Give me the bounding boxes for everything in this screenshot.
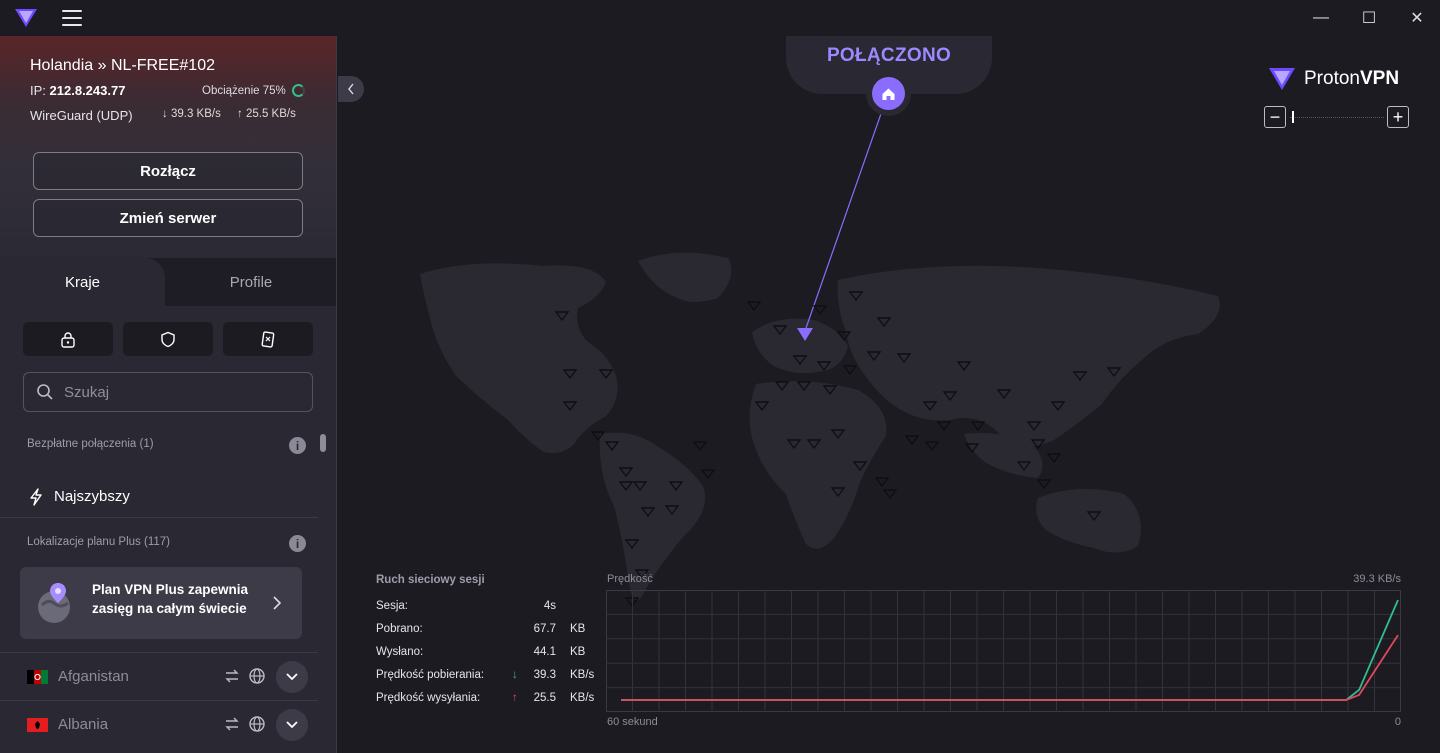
search-box[interactable] — [23, 372, 313, 412]
stat-row: Pobrano: 67.7 KB — [376, 623, 586, 635]
proton-vpn-logo-icon — [15, 9, 37, 27]
country-row[interactable]: Albania — [0, 700, 318, 748]
load-ring-icon — [291, 84, 305, 97]
shield-icon — [161, 331, 175, 347]
zoom-out-button[interactable]: − — [1264, 106, 1286, 128]
fastest-server-item[interactable]: Najszybszy — [0, 476, 318, 518]
tab-bar: Kraje Profile — [0, 258, 336, 306]
upload-arrow-icon: ↑ — [512, 692, 518, 704]
change-server-button[interactable]: Zmień serwer — [33, 199, 303, 237]
promo-text: Plan VPN Plus zapewnia zasięg na całym św… — [92, 582, 249, 616]
scrollbar[interactable] — [319, 434, 327, 753]
home-icon — [882, 88, 895, 100]
zoom-thumb[interactable] — [1292, 111, 1294, 123]
country-row[interactable]: Afganistan — [0, 652, 318, 700]
info-icon[interactable]: i — [289, 535, 306, 552]
netshield-filter-button[interactable] — [123, 322, 213, 356]
streaming-filter-button[interactable] — [223, 322, 313, 356]
connection-status: POŁĄCZONO — [826, 45, 952, 66]
plus-locations-heading: Lokalizacje planu Plus (117) — [27, 536, 170, 548]
albania-flag-icon — [27, 717, 48, 732]
map-area: POŁĄCZONO ProtonVPN − + Ruch sieciowy se… — [338, 36, 1440, 753]
p2p-icon — [225, 717, 239, 731]
server-name: Holandia » NL-FREE#102 — [30, 57, 215, 74]
search-icon — [37, 384, 53, 400]
chevron-down-icon — [286, 721, 298, 729]
scrollbar-thumb[interactable] — [320, 434, 326, 452]
stat-row: Prędkość pobierania: ↓ 39.3 KB/s — [376, 669, 595, 681]
expand-button[interactable] — [276, 660, 308, 693]
lightning-icon — [30, 487, 42, 506]
protocol: WireGuard (UDP) — [30, 108, 133, 123]
continents — [420, 252, 1220, 601]
expand-button[interactable] — [276, 708, 308, 741]
close-button[interactable]: ✕ — [1394, 0, 1440, 36]
maximize-button[interactable]: ☐ — [1346, 0, 1392, 36]
chevron-right-icon — [273, 596, 282, 610]
sidebar: Holandia » NL-FREE#102 IP: 212.8.243.77 … — [0, 36, 337, 753]
afghanistan-flag-icon — [27, 669, 48, 684]
search-input[interactable] — [64, 383, 284, 401]
tab-profiles[interactable]: Profile — [165, 258, 336, 306]
streaming-card-icon — [261, 330, 275, 348]
secure-core-filter-button[interactable] — [23, 322, 113, 356]
upload-series-line — [621, 634, 1399, 701]
download-series-line — [621, 599, 1399, 701]
free-connections-heading: Bezpłatne połączenia (1) — [27, 438, 154, 450]
country-name: Albania — [58, 716, 109, 733]
info-icon[interactable]: i — [289, 437, 306, 454]
home-location[interactable] — [866, 71, 911, 116]
fastest-label: Najszybszy — [54, 488, 130, 505]
chevron-down-icon — [286, 673, 298, 681]
lock-icon — [61, 331, 75, 348]
minimize-button[interactable]: — — [1298, 0, 1344, 36]
download-arrow-icon: ↓ — [512, 669, 518, 681]
chart-x-right-label: 0 — [1394, 716, 1401, 728]
upload-speed: ↑ 25.5 KB/s — [237, 108, 296, 120]
globe-icon — [249, 668, 265, 684]
disconnect-button[interactable]: Rozłącz — [33, 152, 303, 190]
globe-pin-icon — [38, 583, 70, 623]
chart-max-label: 39.3 KB/s — [1353, 573, 1401, 585]
country-name: Afganistan — [58, 668, 129, 685]
upgrade-promo-card[interactable]: Plan VPN Plus zapewnia zasięg na całym św… — [20, 567, 302, 639]
globe-icon — [249, 716, 265, 732]
stat-row: Prędkość wysyłania: ↑ 25.5 KB/s — [376, 692, 595, 704]
title-bar: — ☐ ✕ — [0, 0, 1440, 36]
download-speed: ↓ 39.3 KB/s — [162, 108, 221, 120]
stat-row: Sesja: 4s — [376, 600, 556, 612]
tab-countries[interactable]: Kraje — [0, 258, 165, 306]
menu-icon[interactable] — [62, 10, 82, 26]
connection-panel: Holandia » NL-FREE#102 IP: 212.8.243.77 … — [0, 36, 336, 258]
server-load: Obciążenie 75% — [202, 84, 305, 97]
proton-vpn-brand: ProtonVPN — [1268, 66, 1399, 92]
zoom-in-button[interactable]: + — [1387, 106, 1409, 128]
stat-row: Wysłano: 44.1 KB — [376, 646, 586, 658]
speed-chart — [606, 590, 1401, 712]
chart-title: Prędkość — [607, 573, 653, 585]
chart-x-left-label: 60 sekund — [607, 716, 658, 728]
zoom-track[interactable] — [1290, 117, 1384, 118]
proton-vpn-logo-icon — [1269, 68, 1295, 90]
stats-heading: Ruch sieciowy sesji — [376, 574, 485, 586]
ip-address: IP: 212.8.243.77 — [30, 83, 126, 98]
p2p-icon — [225, 669, 239, 683]
chevron-left-icon — [348, 83, 354, 95]
collapse-sidebar-button[interactable] — [338, 76, 364, 102]
